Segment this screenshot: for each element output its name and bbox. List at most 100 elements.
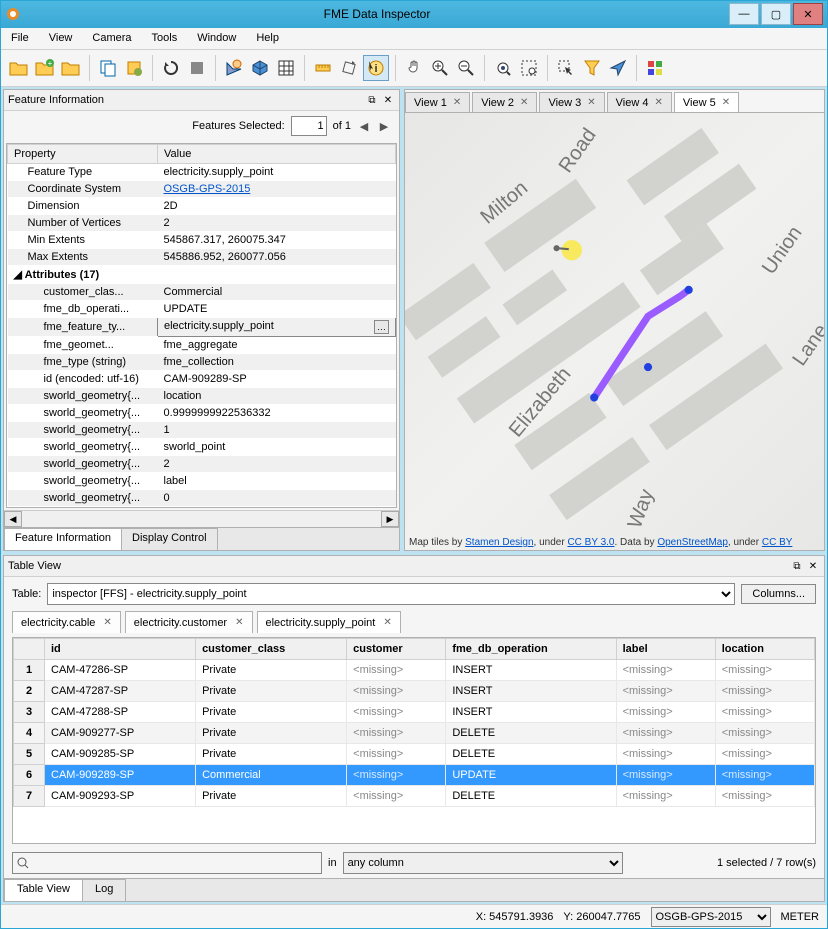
close-pane-icon[interactable]: ✕	[806, 559, 820, 573]
close-button[interactable]: ✕	[793, 3, 823, 25]
property-row[interactable]: sworld_geometry{...sworld_point	[8, 439, 396, 456]
tab-table-view[interactable]: Table View	[4, 879, 83, 901]
tab-view-5[interactable]: View 5✕	[674, 92, 739, 112]
filter-icon[interactable]	[580, 56, 604, 80]
tab-view-1[interactable]: View 1✕	[405, 92, 470, 112]
open-folder-add-icon[interactable]: +	[33, 56, 57, 80]
grid-icon[interactable]	[274, 56, 298, 80]
menu-window[interactable]: Window	[187, 29, 246, 47]
menu-file[interactable]: File	[1, 29, 39, 47]
copy-icon[interactable]	[96, 56, 120, 80]
col-id[interactable]: id	[45, 639, 196, 660]
property-row[interactable]: sworld_geometry{...2	[8, 456, 396, 473]
property-row[interactable]: Max Extents545886.952, 260077.056	[8, 249, 396, 266]
property-col-header[interactable]: Property	[8, 145, 158, 164]
menu-view[interactable]: View	[39, 29, 83, 47]
col-fme-db-operation[interactable]: fme_db_operation	[446, 639, 616, 660]
table-select[interactable]: inspector [FFS] - electricity.supply_poi…	[47, 583, 735, 605]
tab-feature-info[interactable]: Feature Information	[4, 528, 122, 550]
map-canvas[interactable]: Milton Road Elizabeth Way Union Lane	[405, 113, 824, 550]
tab-log[interactable]: Log	[82, 879, 126, 901]
scroll-right-icon[interactable]: ▶	[381, 511, 399, 527]
prev-feature-icon[interactable]: ◀	[357, 120, 371, 133]
menu-help[interactable]: Help	[246, 29, 289, 47]
3d-icon[interactable]	[248, 56, 272, 80]
ruler-icon[interactable]	[311, 56, 335, 80]
open-folder2-icon[interactable]	[59, 56, 83, 80]
h-scrollbar[interactable]: ◀ ▶	[4, 510, 399, 527]
close-tab-icon[interactable]: ✕	[654, 97, 662, 108]
select-arrow-icon[interactable]	[554, 56, 578, 80]
tab-view-4[interactable]: View 4✕	[607, 92, 672, 112]
property-row[interactable]: fme_type (string)fme_collection	[8, 354, 396, 371]
col-location[interactable]: location	[715, 639, 814, 660]
property-row[interactable]: customer_clas...Commercial	[8, 284, 396, 301]
close-tab-icon[interactable]: ✕	[103, 617, 111, 628]
property-row[interactable]: sworld_geometry{...0.9999999922536332	[8, 405, 396, 422]
zoom-in-icon[interactable]	[428, 56, 452, 80]
property-row[interactable]: sworld_geometry{...label	[8, 473, 396, 490]
property-row[interactable]: sworld_geometry{...location	[8, 388, 396, 405]
menu-tools[interactable]: Tools	[142, 29, 188, 47]
close-tab-icon[interactable]: ✕	[383, 617, 391, 628]
refresh-icon[interactable]	[159, 56, 183, 80]
table-row[interactable]: 2CAM-47287-SPPrivate<missing>INSERT<miss…	[14, 681, 815, 702]
scroll-left-icon[interactable]: ◀	[4, 511, 22, 527]
property-row[interactable]: fme_geomet...fme_aggregate	[8, 337, 396, 354]
col-label[interactable]: label	[616, 639, 715, 660]
zoom-full-icon[interactable]	[491, 56, 515, 80]
value-col-header[interactable]: Value	[158, 145, 396, 164]
minimize-button[interactable]: —	[729, 3, 759, 25]
table-row[interactable]: 4CAM-909277-SPPrivate<missing>DELETE<mis…	[14, 723, 815, 744]
zoom-out-icon[interactable]	[454, 56, 478, 80]
location-icon[interactable]	[606, 56, 630, 80]
close-tab-icon[interactable]: ✕	[453, 97, 461, 108]
more-button[interactable]: …	[374, 320, 389, 334]
close-tab-icon[interactable]: ✕	[587, 97, 595, 108]
identify-icon[interactable]: i	[363, 55, 389, 81]
property-row[interactable]: Number of Vertices2	[8, 215, 396, 232]
tab-view-2[interactable]: View 2✕	[472, 92, 537, 112]
close-tab-icon[interactable]: ✕	[235, 617, 243, 628]
pan-icon[interactable]	[402, 56, 426, 80]
stop-icon[interactable]	[185, 56, 209, 80]
ttab-cable[interactable]: electricity.cable✕	[12, 611, 121, 633]
close-pane-icon[interactable]: ✕	[381, 93, 395, 107]
tab-view-3[interactable]: View 3✕	[539, 92, 604, 112]
property-table[interactable]: PropertyValue Feature Typeelectricity.su…	[6, 143, 397, 508]
select-shape-icon[interactable]	[222, 56, 246, 80]
property-row[interactable]: Coordinate SystemOSGB-GPS-2015	[8, 181, 396, 198]
table-row[interactable]: 1CAM-47286-SPPrivate<missing>INSERT<miss…	[14, 660, 815, 681]
table-row[interactable]: 5CAM-909285-SPPrivate<missing>DELETE<mis…	[14, 744, 815, 765]
dock-icon[interactable]: ⧉	[790, 559, 804, 573]
ttab-supply-point[interactable]: electricity.supply_point✕	[257, 611, 401, 633]
features-selected-input[interactable]	[291, 116, 327, 136]
palette-icon[interactable]	[643, 56, 667, 80]
property-row[interactable]: Min Extents545867.317, 260075.347	[8, 232, 396, 249]
property-row[interactable]: Feature Typeelectricity.supply_point	[8, 164, 396, 181]
next-feature-icon[interactable]: ▶	[377, 120, 391, 133]
rotate-icon[interactable]	[337, 56, 361, 80]
columns-button[interactable]: Columns...	[741, 584, 816, 604]
col-customer[interactable]: customer	[347, 639, 446, 660]
property-row[interactable]: ◢ Attributes (17)	[8, 266, 396, 284]
property-row[interactable]: sworld_geometry{...0	[8, 490, 396, 507]
property-row[interactable]: fme_db_operati...UPDATE	[8, 301, 396, 318]
table-row[interactable]: 3CAM-47288-SPPrivate<missing>INSERT<miss…	[14, 702, 815, 723]
property-row[interactable]: fme_feature_ty...electricity.supply_poin…	[8, 318, 396, 337]
menu-camera[interactable]: Camera	[82, 29, 141, 47]
zoom-selection-icon[interactable]	[517, 56, 541, 80]
layers-icon[interactable]	[122, 56, 146, 80]
open-folder-icon[interactable]	[7, 56, 31, 80]
search-column-select[interactable]: any column	[343, 852, 623, 874]
col-customer-class[interactable]: customer_class	[196, 639, 347, 660]
search-input[interactable]	[12, 852, 322, 874]
maximize-button[interactable]: ▢	[761, 3, 791, 25]
table-row[interactable]: 6CAM-909289-SPCommercial<missing>UPDATE<…	[14, 765, 815, 786]
property-row[interactable]: sworld_geometry{...1	[8, 422, 396, 439]
link-stamen[interactable]: Stamen Design	[465, 537, 533, 548]
dock-icon[interactable]: ⧉	[365, 93, 379, 107]
tab-display-control[interactable]: Display Control	[121, 528, 218, 550]
table-row[interactable]: 7CAM-909293-SPPrivate<missing>DELETE<mis…	[14, 786, 815, 807]
ttab-customer[interactable]: electricity.customer✕	[125, 611, 253, 633]
